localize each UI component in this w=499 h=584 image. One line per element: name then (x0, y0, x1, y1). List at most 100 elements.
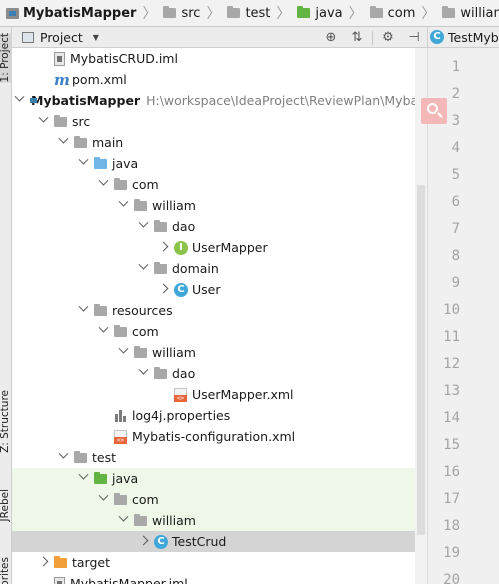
expand-arrow-icon[interactable] (116, 347, 130, 358)
tree-scrollbar-thumb[interactable] (417, 185, 425, 535)
breadcrumb-label: com (387, 5, 416, 21)
iml-file-icon (54, 576, 65, 584)
expand-arrow-icon[interactable] (136, 221, 150, 232)
breadcrumb-label: william (460, 5, 499, 21)
tree-row[interactable]: C TestCrud (12, 531, 427, 552)
breadcrumb-separator-icon: 〉 (142, 6, 157, 22)
tool-window-project-tab[interactable]: 1: Project (0, 33, 12, 83)
tree-node-label: src (72, 114, 91, 129)
line-number: 19 (443, 545, 460, 561)
folder-icon (74, 135, 87, 148)
tree-node-label: MybatisCRUD.iml (70, 51, 178, 66)
breadcrumb-label: MybatisMapper (23, 5, 137, 21)
tree-row[interactable]: william (12, 510, 427, 531)
tool-window-structure-tab[interactable]: Z: Structure (0, 390, 12, 453)
tree-row[interactable]: com (12, 174, 427, 195)
editor-gutter: 1 2 3 4 5 6 7 8 9 10 11 12 13 14 15 16 17 18 19 20 (427, 48, 499, 584)
collapse-arrow-icon[interactable] (136, 536, 150, 547)
collapse-arrow-icon[interactable] (156, 284, 170, 295)
tree-node-label: target (72, 555, 111, 570)
tree-node-label: java (112, 156, 139, 171)
expand-arrow-icon[interactable] (16, 95, 23, 106)
module-path: H:\workspace\IdeaProject\ReviewPlan\Myba… (146, 93, 427, 108)
project-view-selector[interactable]: Project ▼ (12, 30, 132, 45)
locate-icon[interactable]: ⊕ (318, 27, 344, 48)
tree-row[interactable]: resources (12, 300, 427, 321)
line-number: 9 (451, 275, 460, 291)
tree-node-label: MybatisMapper (31, 93, 141, 108)
line-number: 11 (443, 329, 460, 345)
expand-arrow-icon[interactable] (136, 368, 150, 379)
tree-row[interactable]: MybatisMapper.iml (12, 573, 427, 584)
gear-icon[interactable]: ⚙ (375, 27, 401, 48)
editor-tab-testcrud[interactable]: C TestMybat (428, 30, 499, 45)
tree-row[interactable]: com (12, 489, 427, 510)
breadcrumb-item[interactable]: java (291, 0, 346, 26)
tree-node-label: log4j.properties (132, 408, 231, 423)
breadcrumb-item[interactable]: MybatisMapper (0, 0, 140, 26)
breadcrumb-item[interactable]: test (221, 0, 274, 26)
tool-window-favorites-tab[interactable]: Favorites (0, 557, 12, 584)
tree-row[interactable]: UserMapper.xml (12, 384, 427, 405)
tree-row[interactable]: java (12, 153, 427, 174)
expand-arrow-icon[interactable] (36, 116, 50, 127)
line-number: 5 (451, 167, 460, 183)
tree-row[interactable]: log4j.properties (12, 405, 427, 426)
breadcrumb-item[interactable]: william (436, 0, 499, 26)
package-icon (369, 6, 383, 18)
breadcrumb-item[interactable]: com (364, 0, 420, 26)
line-number: 7 (451, 221, 460, 237)
tree-row[interactable]: dao (12, 363, 427, 384)
line-number: 10 (443, 302, 460, 318)
expand-arrow-icon[interactable] (76, 305, 90, 316)
tree-row[interactable]: domain (12, 258, 427, 279)
tree-row[interactable]: m pom.xml (12, 69, 427, 90)
test-source-folder-icon (297, 6, 311, 18)
tree-row[interactable]: MybatisCRUD.iml (12, 48, 427, 69)
collapse-all-icon[interactable]: ⇅ (344, 27, 370, 48)
hide-panel-icon[interactable]: ⊣ (401, 27, 427, 48)
tree-row[interactable]: william (12, 195, 427, 216)
expand-arrow-icon[interactable] (136, 263, 150, 274)
project-panel-header: Project ▼ ⊕ ⇅ ⚙ ⊣ (12, 27, 427, 48)
tool-window-jrebel-tab[interactable]: JRebel (0, 489, 12, 521)
module-folder-icon (6, 7, 19, 19)
expand-arrow-icon[interactable] (56, 452, 70, 463)
expand-arrow-icon[interactable] (96, 326, 110, 337)
tree-row[interactable]: dao (12, 216, 427, 237)
tree-row[interactable]: target (12, 552, 427, 573)
expand-arrow-icon[interactable] (56, 137, 70, 148)
tree-row[interactable]: C User (12, 279, 427, 300)
line-number: 13 (443, 383, 460, 399)
expand-arrow-icon[interactable] (96, 179, 110, 190)
tree-row[interactable]: src (12, 111, 427, 132)
tree-row[interactable]: test (12, 447, 427, 468)
tree-node-label: com (132, 177, 159, 192)
folder-icon (134, 198, 147, 211)
collapse-arrow-icon[interactable] (36, 557, 50, 568)
line-number: 14 (443, 410, 460, 426)
tree-row[interactable]: I UserMapper (12, 237, 427, 258)
breadcrumb-item[interactable]: src (157, 0, 204, 26)
class-icon: C (154, 534, 168, 549)
tree-row[interactable]: java (12, 468, 427, 489)
interface-icon: I (174, 240, 188, 255)
line-number: 4 (451, 140, 460, 156)
expand-arrow-icon[interactable] (76, 158, 90, 169)
tree-row[interactable]: Mybatis-configuration.xml (12, 426, 427, 447)
package-icon (442, 6, 456, 18)
tree-row[interactable]: william (12, 342, 427, 363)
expand-arrow-icon[interactable] (96, 494, 110, 505)
line-number: 8 (451, 248, 460, 264)
expand-arrow-icon[interactable] (116, 200, 130, 211)
test-source-folder-icon (94, 471, 107, 484)
tree-row[interactable]: MybatisMapper H:\workspace\IdeaProject\Re… (12, 90, 427, 111)
expand-arrow-icon[interactable] (76, 473, 90, 484)
expand-arrow-icon[interactable] (116, 515, 130, 526)
search-icon[interactable] (421, 98, 447, 124)
tree-node-label: com (132, 492, 159, 507)
tree-row[interactable]: com (12, 321, 427, 342)
tree-row[interactable]: main (12, 132, 427, 153)
collapse-arrow-icon[interactable] (156, 242, 170, 253)
breadcrumb-separator-icon: 〉 (421, 6, 436, 22)
